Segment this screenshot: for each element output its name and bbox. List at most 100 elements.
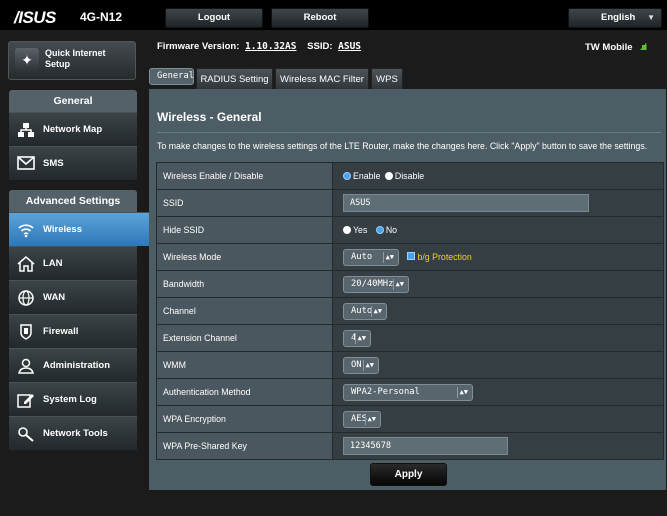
divider: [355, 332, 356, 344]
sidebar-item-label: System Log: [43, 394, 97, 405]
divider: [363, 359, 364, 371]
authentication-method-select[interactable]: WPA2-Personal ▲▼: [343, 383, 473, 401]
updown-arrow-icon: ▲▼: [395, 279, 404, 288]
wireless-mode-value: Auto: [351, 251, 373, 262]
divider: [457, 386, 458, 398]
sidebar-item-firewall[interactable]: Firewall: [9, 314, 137, 348]
wpa-encryption-cell: AES ▲▼: [332, 405, 664, 433]
shield-icon: [17, 324, 35, 340]
hide-ssid-no-radio[interactable]: [375, 226, 384, 234]
authentication-method-value: WPA2-Personal: [351, 386, 420, 397]
wmm-select[interactable]: ON ▲▼: [343, 356, 379, 374]
extension-channel-label: Extension Channel: [156, 324, 333, 352]
sidebar-item-lan[interactable]: LAN: [9, 246, 137, 280]
enable-radio[interactable]: [343, 172, 351, 180]
disable-radio[interactable]: [384, 172, 393, 180]
firmware-version-link[interactable]: 1.10.32AS: [245, 41, 296, 52]
sidebar-item-wan[interactable]: WAN: [9, 280, 137, 314]
table-row: Wireless Mode Auto ▲▼ b/g Protection: [156, 243, 664, 271]
sidebar-item-system-log[interactable]: System Log: [9, 382, 137, 416]
ssid-label: SSID:: [307, 41, 333, 52]
settings-table: Wireless Enable / Disable Enable Disable…: [156, 162, 664, 460]
table-row: Authentication Method WPA2-Personal ▲▼: [156, 378, 664, 406]
wireless-mode-label: Wireless Mode: [156, 243, 333, 271]
main-panel: Wireless - General To make changes to th…: [149, 89, 666, 490]
disable-option-label: Disable: [394, 171, 425, 181]
edit-icon: [17, 392, 35, 408]
ssid-cell: ASUS: [332, 189, 664, 217]
divider: [393, 278, 394, 290]
channel-select[interactable]: Auto ▲▼: [343, 302, 387, 320]
bandwidth-select[interactable]: 20/40MHz ▲▼: [343, 275, 409, 293]
wmm-cell: ON ▲▼: [332, 351, 664, 379]
enable-option-label: Enable: [353, 171, 381, 181]
bg-protection-label: b/g Protection: [417, 251, 472, 262]
hide-ssid-yes-radio[interactable]: [343, 226, 351, 234]
person-icon: [17, 358, 35, 374]
wpa-pre-shared-key-input[interactable]: 12345678: [343, 437, 508, 455]
wmm-label: WMM: [156, 351, 333, 379]
table-row: WMM ON ▲▼: [156, 351, 664, 379]
sidebar: ✦ Quick Internet Setup General Network M…: [0, 30, 159, 516]
ssid-label: SSID: [156, 189, 333, 217]
authentication-method-cell: WPA2-Personal ▲▼: [332, 378, 664, 406]
advanced-settings-heading: Advanced Settings: [9, 190, 137, 212]
globe-icon: [17, 290, 35, 306]
asus-logo: /ISUS: [14, 8, 56, 27]
model-name: 4G-N12: [80, 10, 123, 24]
sidebar-item-label: Network Tools: [43, 428, 108, 439]
magic-wand-icon: ✦: [15, 48, 39, 72]
updown-arrow-icon: ▲▼: [357, 333, 366, 342]
apply-button[interactable]: Apply: [370, 463, 447, 486]
tab-general[interactable]: General: [149, 68, 194, 85]
wireless-mode-select[interactable]: Auto ▲▼: [343, 248, 399, 266]
sidebar-item-label: LAN: [43, 258, 63, 269]
ssid-input[interactable]: ASUS: [343, 194, 589, 212]
reboot-button[interactable]: Reboot: [271, 8, 369, 28]
updown-arrow-icon: ▲▼: [365, 360, 374, 369]
sidebar-item-network-tools[interactable]: Network Tools: [9, 416, 137, 450]
sidebar-item-wireless[interactable]: Wireless: [9, 212, 159, 247]
network-map-icon: [17, 122, 35, 138]
wmm-value: ON: [351, 359, 362, 370]
wpa-encryption-label: WPA Encryption: [156, 405, 333, 433]
table-row: WPA Pre-Shared Key 12345678: [156, 432, 664, 460]
quick-setup-label: Quick Internet Setup: [45, 48, 106, 69]
channel-label: Channel: [156, 297, 333, 325]
updown-arrow-icon: ▲▼: [367, 414, 376, 423]
sidebar-item-label: Network Map: [43, 124, 103, 135]
divider: [383, 251, 384, 263]
channel-value: Auto: [351, 305, 373, 316]
tab-radius-setting[interactable]: RADIUS Setting: [196, 68, 273, 90]
no-option-label: No: [385, 225, 398, 235]
general-heading: General: [9, 90, 137, 112]
logout-button[interactable]: Logout: [165, 8, 263, 28]
updown-arrow-icon: ▲▼: [459, 387, 468, 396]
table-row: SSID ASUS: [156, 189, 664, 217]
updown-arrow-icon: ▲▼: [385, 252, 394, 261]
carrier-name: TW Mobile: [585, 42, 633, 53]
divider: [365, 413, 366, 425]
language-select[interactable]: English ▼: [568, 8, 662, 28]
divider: [157, 132, 661, 133]
wireless-enable-label: Wireless Enable / Disable: [156, 162, 333, 190]
tab-wps[interactable]: WPS: [371, 68, 403, 90]
table-row: Channel Auto ▲▼: [156, 297, 664, 325]
sidebar-item-label: Wireless: [43, 224, 82, 235]
wpa-pre-shared-key-cell: 12345678: [332, 432, 664, 460]
sidebar-item-sms[interactable]: SMS: [9, 146, 137, 180]
bandwidth-value: 20/40MHz: [351, 278, 394, 289]
hide-ssid-cell: Yes No: [332, 216, 664, 244]
quick-internet-setup-button[interactable]: ✦ Quick Internet Setup: [8, 41, 136, 80]
extension-channel-select[interactable]: 4 ▲▼: [343, 329, 371, 347]
sidebar-item-administration[interactable]: Administration: [9, 348, 137, 382]
bg-protection-checkbox[interactable]: [407, 252, 416, 261]
sidebar-item-label: Administration: [43, 360, 111, 371]
sidebar-item-network-map[interactable]: Network Map: [9, 112, 137, 146]
ssid-link[interactable]: ASUS: [338, 41, 361, 52]
firmware-label: Firmware Version:: [157, 41, 240, 52]
tab-wireless-mac-filter[interactable]: Wireless MAC Filter: [275, 68, 369, 90]
page-description: To make changes to the wireless settings…: [157, 141, 648, 151]
extension-channel-cell: 4 ▲▼: [332, 324, 664, 352]
wpa-encryption-select[interactable]: AES ▲▼: [343, 410, 381, 428]
